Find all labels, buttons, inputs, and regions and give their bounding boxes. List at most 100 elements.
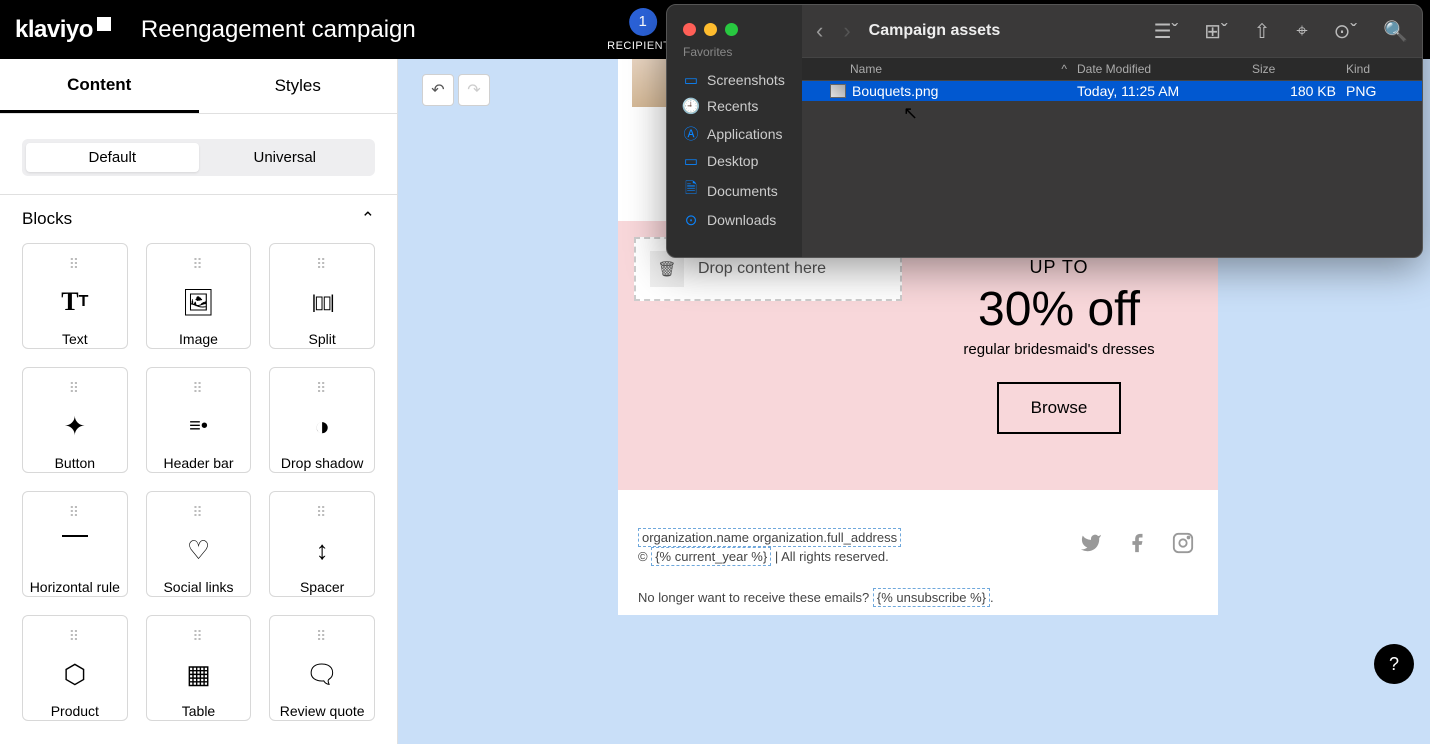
segment-universal[interactable]: Universal <box>199 143 372 172</box>
block-spacer[interactable]: ⠿↕Spacer <box>269 491 375 597</box>
folder-icon: ▭ <box>683 71 699 89</box>
drop-shadow-icon: ◑ <box>314 411 330 441</box>
promo-percent: 30% off <box>926 282 1192 337</box>
block-label: Drop shadow <box>281 455 364 471</box>
header-bar-icon: ≡• <box>189 411 208 441</box>
file-row-selected[interactable]: Bouquets.png Today, 11:25 AM 180 KB PNG <box>802 81 1422 101</box>
block-image[interactable]: ⠿🖼Image <box>146 243 252 349</box>
list-view-icon[interactable]: ☰ˇ <box>1154 19 1179 44</box>
back-button[interactable]: ‹ <box>816 18 823 44</box>
column-headers: Name^ Date Modified Size Kind <box>802 57 1422 81</box>
col-size-header[interactable]: Size <box>1252 62 1346 76</box>
fav-text: Applications <box>707 126 783 142</box>
block-label: Table <box>182 703 215 719</box>
brand-logo: klaviyo <box>15 16 111 44</box>
block-source-segment: Default Universal <box>22 139 375 176</box>
share-icon[interactable]: ⇧ <box>1254 19 1271 44</box>
downloads-icon: ⊙ <box>683 211 699 229</box>
undo-button[interactable]: ↶ <box>422 74 454 106</box>
block-label: Spacer <box>300 579 344 595</box>
block-label: Review quote <box>280 703 365 719</box>
segment-default[interactable]: Default <box>26 143 199 172</box>
block-label: Button <box>55 455 95 471</box>
col-kind-header[interactable]: Kind <box>1346 62 1422 76</box>
block-label: Text <box>62 331 88 347</box>
file-size: 180 KB <box>1252 83 1346 99</box>
sidebar-documents[interactable]: 🗎Documents <box>677 174 792 207</box>
undo-redo-toolbar: ↶ ↷ <box>422 74 490 106</box>
col-date-header[interactable]: Date Modified <box>1077 62 1252 76</box>
search-icon[interactable]: 🔍 <box>1383 19 1408 44</box>
year-placeholder: {% current_year %} <box>651 547 771 566</box>
clock-icon: 🕘 <box>683 97 699 115</box>
file-preview-icon <box>830 84 846 98</box>
promo-text-block[interactable]: UP TO 30% off regular bridesmaid's dress… <box>916 237 1202 474</box>
block-drop-shadow[interactable]: ⠿◑Drop shadow <box>269 367 375 473</box>
block-label: Product <box>51 703 99 719</box>
block-product[interactable]: ⠿⬡Product <box>22 615 128 721</box>
finder-main: ‹ › Campaign assets ☰ˇ ⊞ˇ ⇧ ⌖ ⊙ˇ 🔍 Name^… <box>802 5 1422 257</box>
file-name-cell: Bouquets.png <box>802 83 1077 99</box>
block-header-bar[interactable]: ⠿≡•Header bar <box>146 367 252 473</box>
sidebar-desktop[interactable]: ▭Desktop <box>677 148 792 174</box>
table-icon: ▦ <box>186 659 211 689</box>
file-name: Bouquets.png <box>852 83 938 99</box>
col-name-header[interactable]: Name^ <box>802 62 1077 76</box>
block-label: Horizontal rule <box>30 579 120 595</box>
close-window-button[interactable] <box>683 23 696 36</box>
drag-handle-icon: ⠿ <box>69 628 81 645</box>
campaign-title: Reengagement campaign <box>141 16 416 44</box>
forward-button[interactable]: › <box>843 18 850 44</box>
block-button[interactable]: ⠿✦Button <box>22 367 128 473</box>
tab-styles[interactable]: Styles <box>199 59 398 113</box>
sidebar-screenshots[interactable]: ▭ Screenshots <box>677 67 792 93</box>
block-label: Image <box>179 331 218 347</box>
sidebar-recents[interactable]: 🕘 Recents <box>677 93 792 119</box>
split-icon: |▯▯| <box>312 287 333 317</box>
block-review[interactable]: ⠿🗨Review quote <box>269 615 375 721</box>
favorites-label: Favorites <box>677 45 792 59</box>
unsub-placeholder: {% unsubscribe %} <box>873 588 990 607</box>
fav-text: Recents <box>707 98 758 114</box>
hr-icon <box>62 535 88 565</box>
sidebar-applications[interactable]: ⒶApplications <box>677 119 792 148</box>
email-footer[interactable]: organization.name organization.full_addr… <box>618 490 1218 615</box>
finder-window[interactable]: Favorites ▭ Screenshots 🕘 Recents ⒶApplica… <box>666 4 1423 258</box>
heart-icon: ♡ <box>187 535 210 565</box>
review-icon: 🗨 <box>306 659 339 689</box>
promo-upto: UP TO <box>926 257 1192 278</box>
fav-text: Documents <box>707 183 778 199</box>
more-icon[interactable]: ⊙ˇ <box>1334 19 1357 44</box>
grid-view-icon[interactable]: ⊞ˇ <box>1204 19 1227 44</box>
fav-text: Screenshots <box>707 72 785 88</box>
step-num-1: 1 <box>629 8 657 36</box>
facebook-icon[interactable] <box>1126 532 1148 560</box>
instagram-icon[interactable] <box>1172 532 1194 560</box>
logo-mark-icon <box>97 17 111 31</box>
maximize-window-button[interactable] <box>725 23 738 36</box>
drag-handle-icon: ⠿ <box>69 380 81 397</box>
block-label: Header bar <box>163 455 233 471</box>
block-label: Split <box>309 331 336 347</box>
tab-content[interactable]: Content <box>0 59 199 113</box>
help-button[interactable]: ? <box>1374 644 1414 684</box>
file-kind: PNG <box>1346 83 1422 99</box>
sort-asc-icon: ^ <box>1061 62 1067 76</box>
block-split[interactable]: ⠿|▯▯|Split <box>269 243 375 349</box>
minimize-window-button[interactable] <box>704 23 717 36</box>
block-table[interactable]: ⠿▦Table <box>146 615 252 721</box>
blocks-header-label: Blocks <box>22 209 72 229</box>
blocks-grid: ⠿TTText ⠿🖼Image ⠿ |▯▯| Split ⠿✦Button ⠿ ≡• H… <box>0 243 397 721</box>
blocks-header[interactable]: Blocks ⌃ <box>0 194 397 243</box>
drag-handle-icon: ⠿ <box>192 256 204 273</box>
block-hr[interactable]: ⠿Horizontal rule <box>22 491 128 597</box>
block-text[interactable]: ⠿TTText <box>22 243 128 349</box>
block-social[interactable]: ⠿♡Social links <box>146 491 252 597</box>
chevron-up-icon: ⌃ <box>361 209 375 229</box>
browse-button[interactable]: Browse <box>997 382 1122 434</box>
nav-arrows: ‹ › <box>816 18 851 44</box>
tag-icon[interactable]: ⌖ <box>1296 20 1307 43</box>
sidebar-downloads[interactable]: ⊙Downloads <box>677 207 792 233</box>
redo-button[interactable]: ↷ <box>458 74 490 106</box>
twitter-icon[interactable] <box>1080 532 1102 560</box>
